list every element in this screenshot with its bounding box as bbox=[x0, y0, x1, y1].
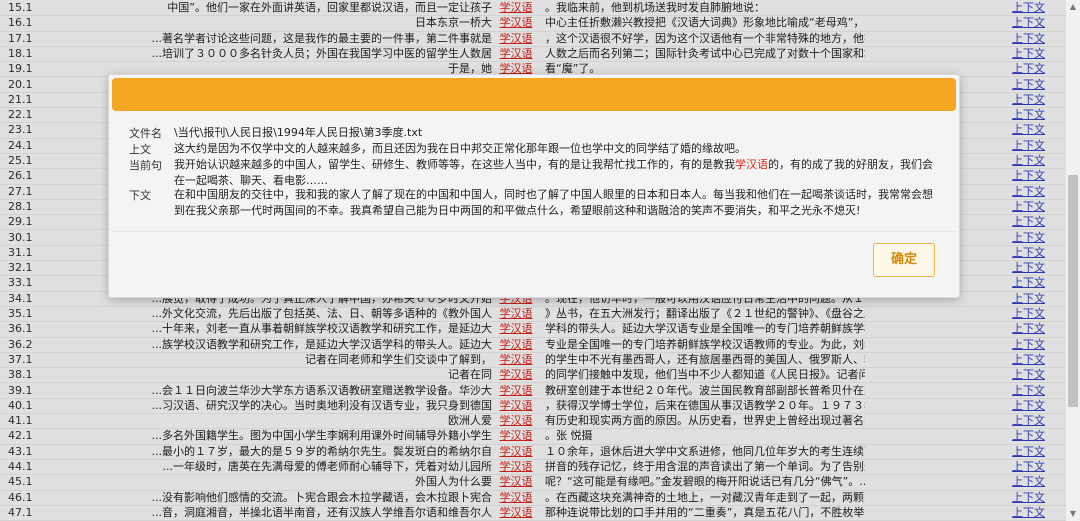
context-dialog: 文件名 \当代\报刊\人民日报\1994年人民日报\第3季度.txt 上文 这大… bbox=[108, 74, 960, 298]
scrollbar[interactable]: ▲ ▼ bbox=[1066, 0, 1080, 521]
scroll-down-arrow-icon[interactable]: ▼ bbox=[1066, 507, 1080, 521]
scroll-up-arrow-icon[interactable]: ▲ bbox=[1066, 0, 1080, 14]
previous-sentence-label: 上文 bbox=[129, 143, 151, 156]
next-sentence-label: 下文 bbox=[129, 189, 151, 202]
next-sentence-value: 在和中国朋友的交往中，我和我的家人了解了现在的中国和中国人，同时也了解了中国人眼… bbox=[174, 188, 933, 217]
dialog-header-bar bbox=[112, 78, 956, 111]
current-sentence-value: 我开始认识越来越多的中国人，留学生、研修生、教师等等，在这些人当中，有的是让我帮… bbox=[174, 157, 939, 189]
file-name-label: 文件名 bbox=[129, 127, 162, 140]
previous-sentence-value: 这大约是因为不仅学中文的人越来越多，而且还因为我在日中邦交正常化那年跟一位也学中… bbox=[174, 142, 746, 155]
scroll-thumb[interactable] bbox=[1068, 175, 1078, 407]
current-sentence-before: 我开始认识越来越多的中国人，留学生、研修生、教师等等，在这些人当中，有的是让我帮… bbox=[174, 158, 735, 171]
file-name-value: \当代\报刊\人民日报\1994年人民日报\第3季度.txt bbox=[174, 126, 423, 139]
current-sentence-label: 当前句 bbox=[129, 159, 162, 172]
dialog-divider bbox=[112, 231, 956, 232]
current-sentence-keyword: 学汉语 bbox=[735, 158, 768, 171]
confirm-button[interactable]: 确定 bbox=[873, 243, 935, 277]
